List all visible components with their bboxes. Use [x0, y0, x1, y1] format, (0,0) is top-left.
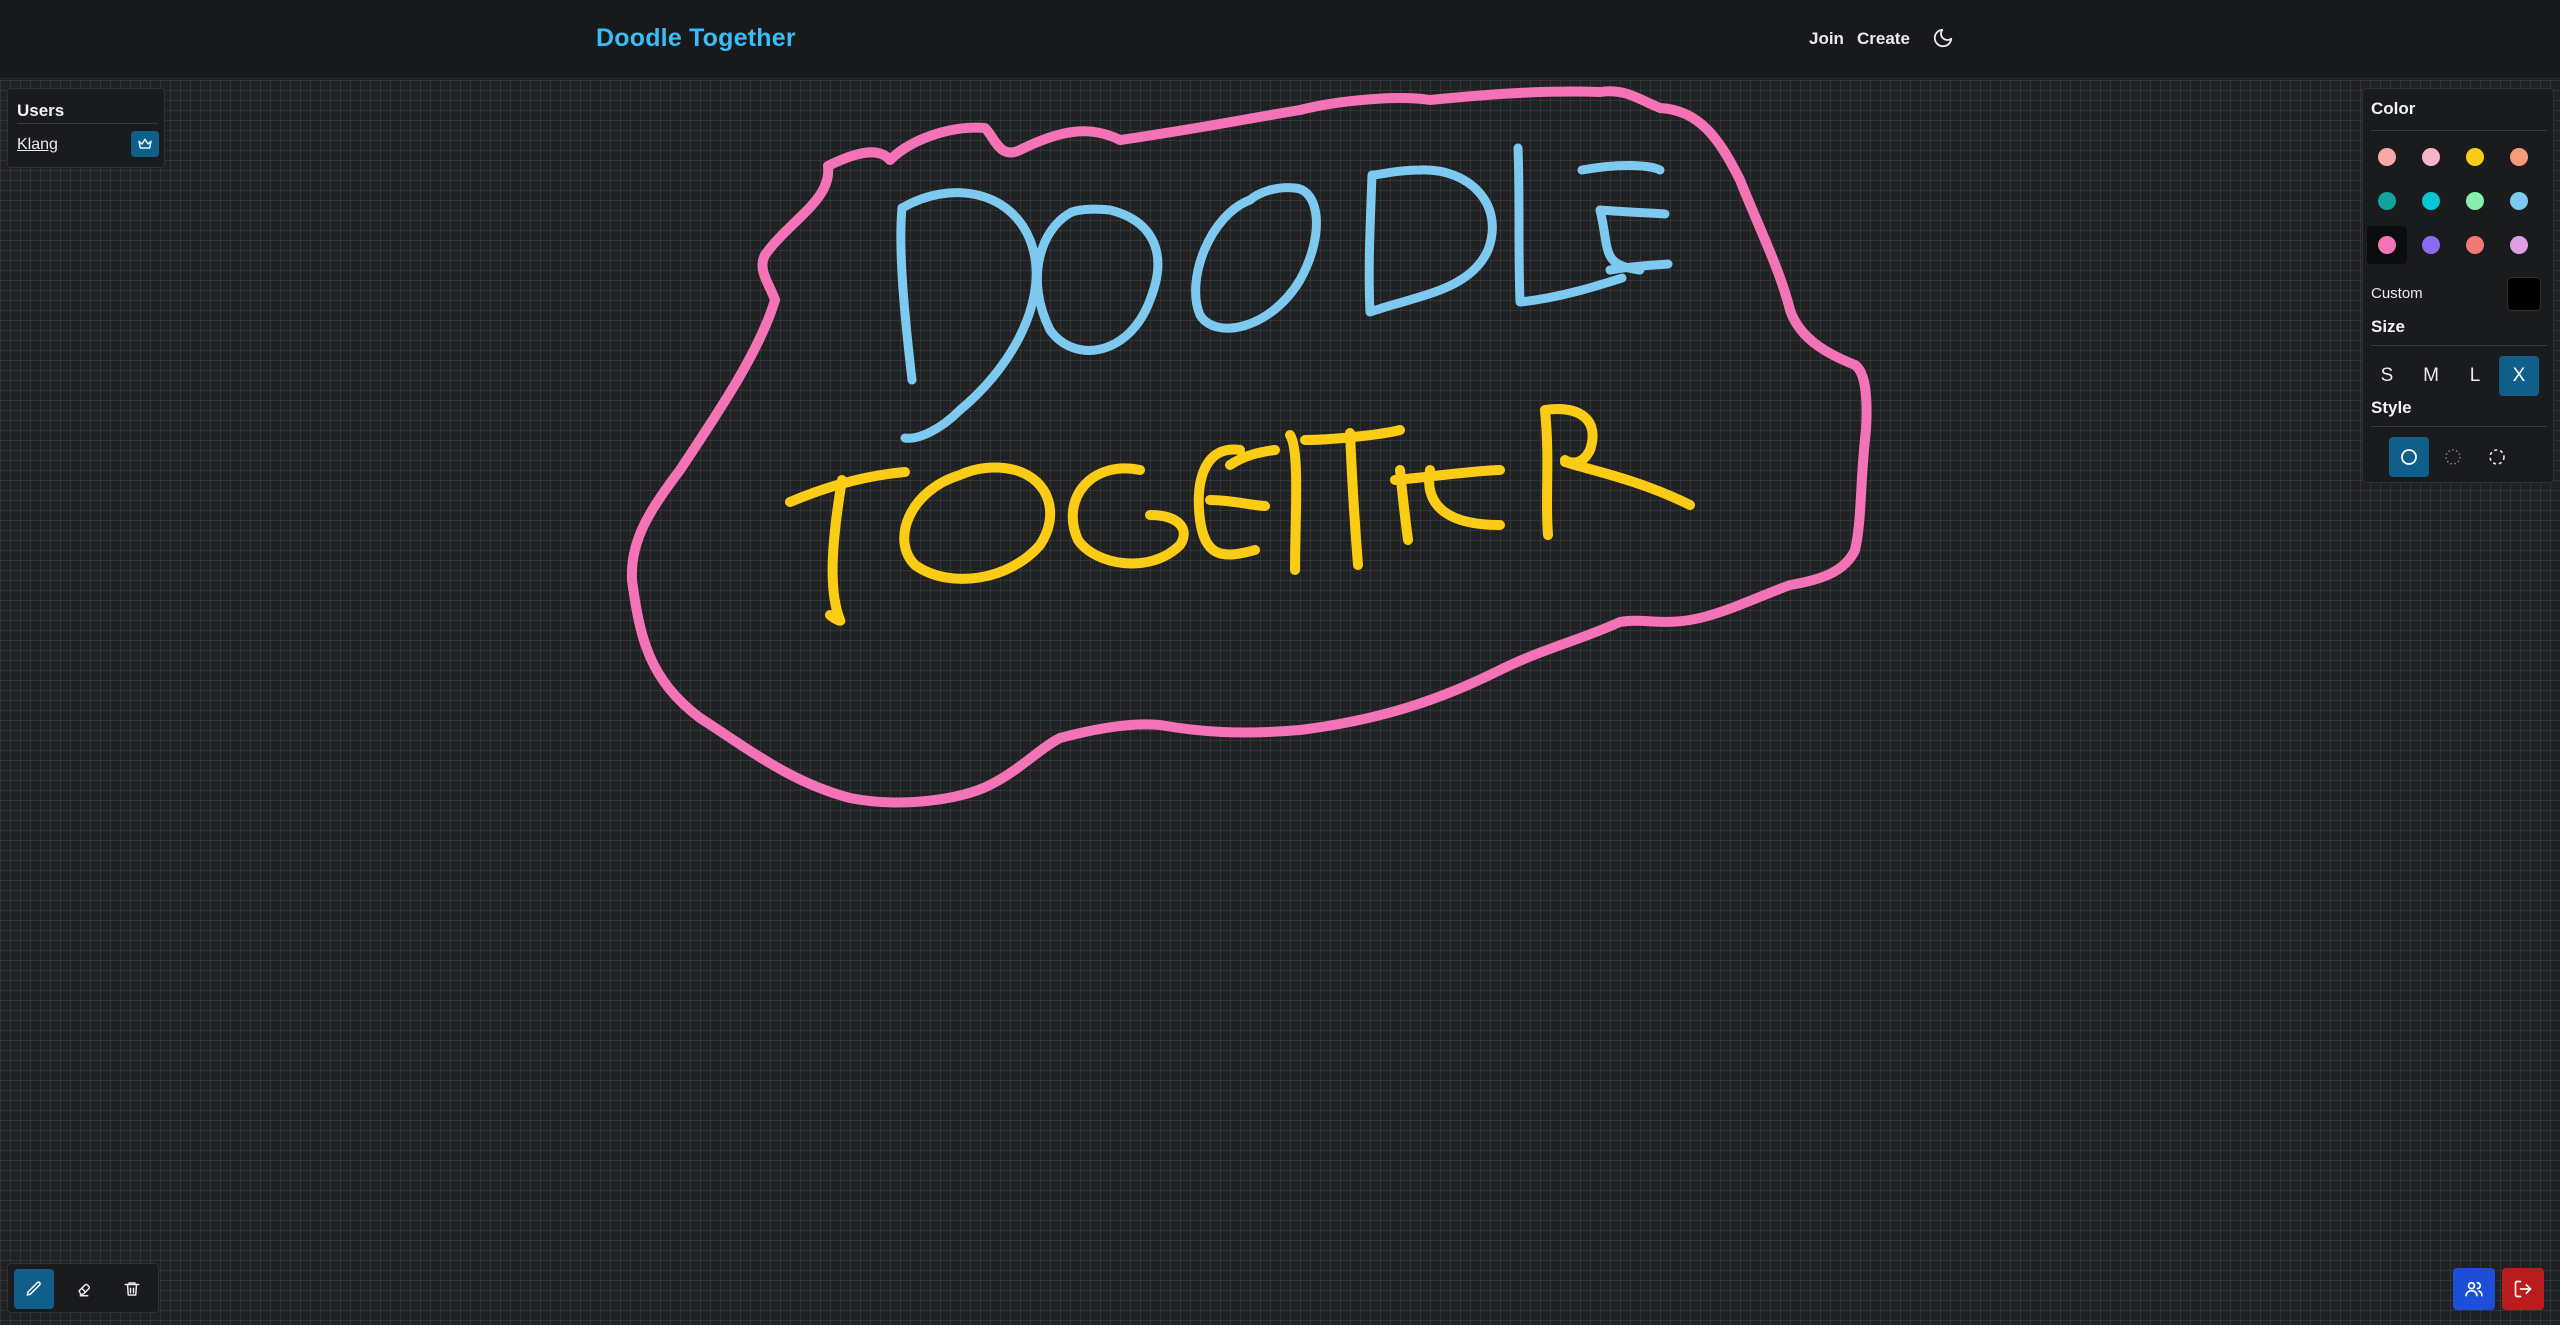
- color-swatch-11[interactable]: [2455, 226, 2495, 264]
- solid-circle-icon: [2401, 449, 2417, 465]
- color-dot: [2378, 236, 2396, 254]
- color-dot: [2422, 148, 2440, 166]
- user-name[interactable]: Klang: [17, 136, 58, 154]
- color-swatch-7[interactable]: [2455, 182, 2495, 220]
- users-icon: [2465, 1281, 2483, 1297]
- dotted-circle-icon: [2445, 449, 2461, 465]
- color-swatch-2[interactable]: [2411, 138, 2451, 176]
- eraser-tool-button[interactable]: [64, 1269, 104, 1309]
- eraser-icon: [78, 1283, 91, 1297]
- color-dot: [2378, 192, 2396, 210]
- size-l-button[interactable]: L: [2455, 356, 2495, 396]
- size-s-button[interactable]: S: [2367, 356, 2407, 396]
- color-dot: [2378, 148, 2396, 166]
- size-title: Size: [2371, 317, 2406, 336]
- color-swatch-10[interactable]: [2411, 226, 2451, 264]
- crown-icon: [138, 138, 152, 149]
- color-dot: [2510, 236, 2528, 254]
- style-title: Style: [2371, 398, 2412, 417]
- color-title: Color: [2371, 99, 2416, 118]
- dashed-circle-icon: [2489, 449, 2505, 465]
- app-title[interactable]: Doodle Together: [596, 24, 796, 53]
- color-dot: [2510, 148, 2528, 166]
- color-swatch-4[interactable]: [2499, 138, 2539, 176]
- top-navbar: Doodle Together Join Create: [0, 0, 2560, 79]
- color-divider: [2371, 130, 2547, 131]
- color-swatch-5[interactable]: [2367, 182, 2407, 220]
- logout-icon: [2514, 1280, 2532, 1298]
- custom-color-picker[interactable]: [2507, 277, 2541, 311]
- custom-color-label: Custom: [2371, 285, 2423, 302]
- color-dot: [2466, 236, 2484, 254]
- size-x-button[interactable]: X: [2499, 356, 2539, 396]
- host-badge: [131, 131, 159, 157]
- pencil-tool-button[interactable]: [14, 1269, 54, 1309]
- drawing-toolbar: [7, 1263, 159, 1313]
- tool-options-panel: Color Custom Size S M L X Style: [2362, 88, 2554, 483]
- color-dot: [2422, 236, 2440, 254]
- trash-icon: [124, 1282, 140, 1296]
- color-dot: [2510, 192, 2528, 210]
- show-users-button[interactable]: [2453, 1268, 2495, 1310]
- color-dot: [2422, 192, 2440, 210]
- style-dashed-button[interactable]: [2477, 437, 2517, 477]
- color-swatch-8[interactable]: [2499, 182, 2539, 220]
- style-solid-button[interactable]: [2389, 437, 2429, 477]
- users-panel: Users Klang: [7, 88, 165, 168]
- pencil-icon: [26, 1281, 41, 1296]
- users-divider: [17, 123, 158, 124]
- style-divider: [2371, 426, 2547, 427]
- join-link[interactable]: Join: [1809, 29, 1844, 49]
- color-dot: [2466, 148, 2484, 166]
- color-swatch-1[interactable]: [2367, 138, 2407, 176]
- leave-room-button[interactable]: [2502, 1268, 2544, 1310]
- color-swatch-12[interactable]: [2499, 226, 2539, 264]
- color-swatch-3[interactable]: [2455, 138, 2495, 176]
- color-swatch-6[interactable]: [2411, 182, 2451, 220]
- color-dot: [2466, 192, 2484, 210]
- moon-icon[interactable]: [1932, 27, 1954, 49]
- color-swatch-9-selected[interactable]: [2367, 226, 2407, 264]
- drawing-canvas[interactable]: [0, 80, 2560, 1325]
- style-dotted-button[interactable]: [2433, 437, 2473, 477]
- users-title: Users: [17, 101, 65, 120]
- clear-canvas-button[interactable]: [112, 1269, 152, 1309]
- size-m-button[interactable]: M: [2411, 356, 2451, 396]
- create-link[interactable]: Create: [1857, 29, 1910, 49]
- size-divider: [2371, 345, 2547, 346]
